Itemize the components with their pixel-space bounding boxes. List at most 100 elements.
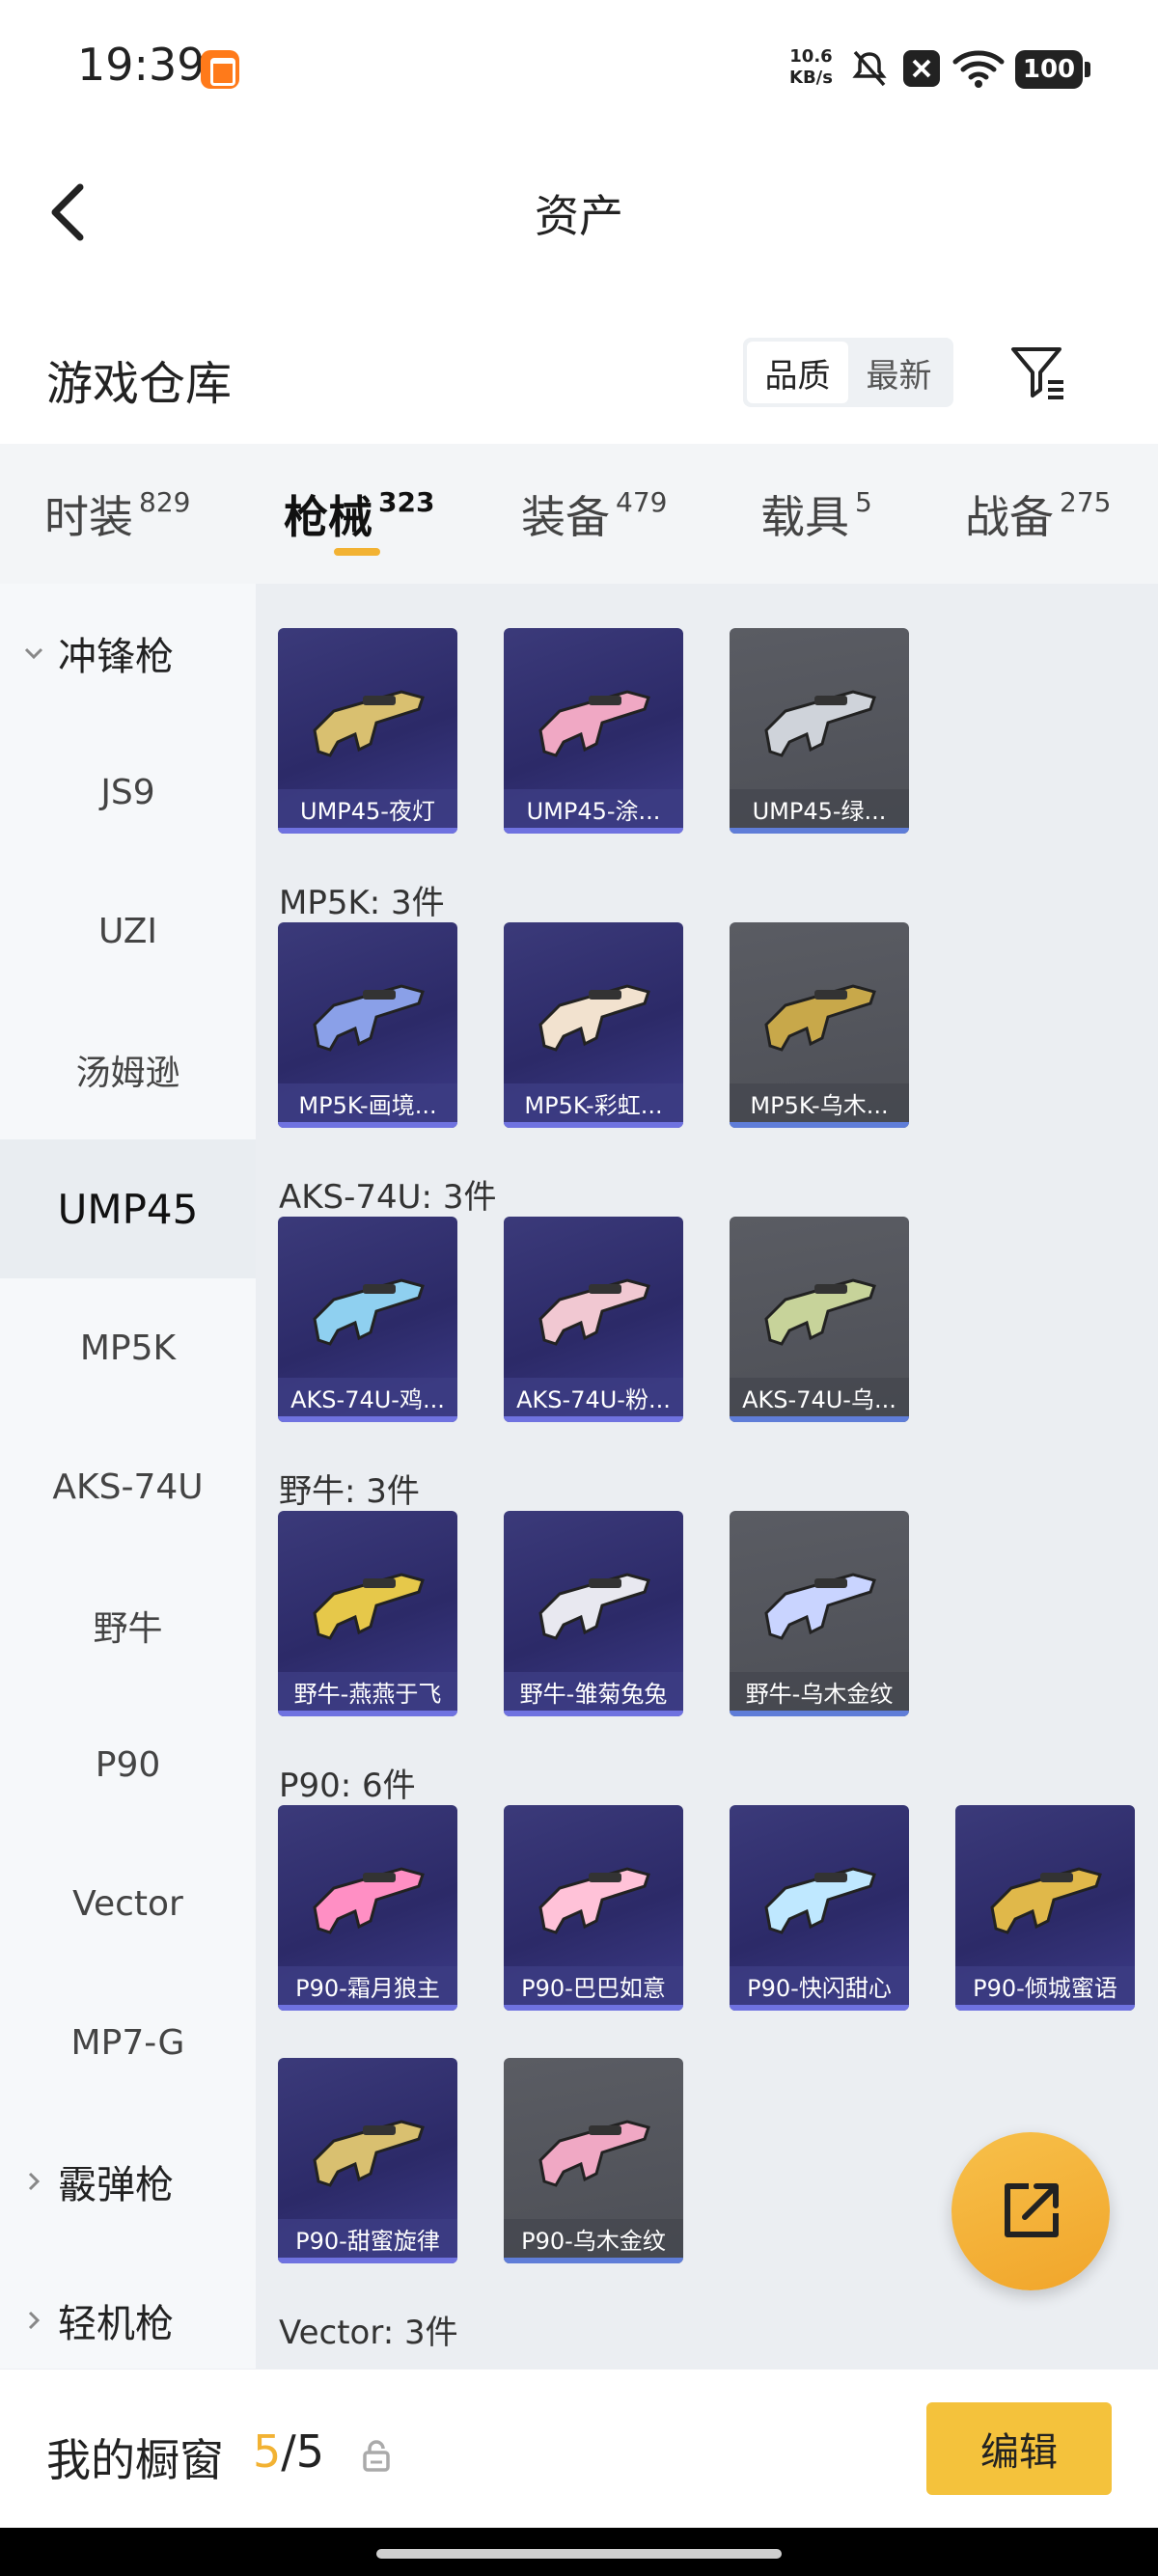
weapon-card-label: AKS-74U-粉... <box>504 1378 683 1416</box>
weapon-card-label: P90-巴巴如意 <box>504 1966 683 2005</box>
weapon-image <box>990 1867 1102 1934</box>
filter-button[interactable] <box>1004 338 1073 407</box>
weapon-image <box>538 1278 650 1346</box>
chevron-down-icon <box>19 639 48 668</box>
weapon-card[interactable]: UMP45-绿... <box>730 628 909 834</box>
sidebar-item-mp5k[interactable]: MP5K <box>0 1278 256 1417</box>
system-nav-bar <box>0 2528 1158 2576</box>
weapon-card[interactable]: MP5K-乌木... <box>730 922 909 1128</box>
weapon-sidebar: 冲锋枪 JS9 UZI 汤姆逊 UMP45 MP5K AKS-74U 野牛 P9… <box>0 584 256 2369</box>
battery-icon: 100 <box>1015 50 1090 89</box>
sort-quality-button[interactable]: 品质 <box>747 342 848 403</box>
page-title: 资产 <box>535 190 623 242</box>
weapon-image <box>313 2120 425 2187</box>
weapon-card-label: UMP45-涂... <box>504 789 683 828</box>
weapon-card[interactable]: MP5K-彩虹... <box>504 922 683 1128</box>
weapon-image <box>538 984 650 1052</box>
filter-icon <box>1011 347 1063 399</box>
sidebar-item-ump45[interactable]: UMP45 <box>0 1139 256 1278</box>
weapon-image <box>538 1867 650 1934</box>
sort-newest-button[interactable]: 最新 <box>848 342 950 403</box>
sidebar-item-p90[interactable]: P90 <box>0 1695 256 1834</box>
weapon-card[interactable]: 野牛-乌木金纹 <box>730 1511 909 1716</box>
section-title: P90: 6件 <box>279 1767 416 1805</box>
weapon-image <box>313 1278 425 1346</box>
tab-outfits[interactable]: 时装 829 <box>44 482 190 546</box>
showcase-count: 5/5 <box>253 2425 325 2478</box>
weapon-card[interactable]: AKS-74U-鸡... <box>278 1217 457 1422</box>
lock-icon <box>363 2440 390 2472</box>
tab-firearms[interactable]: 枪械 323 <box>284 482 434 546</box>
status-bar: 19:39 10.6 KB/s 100 <box>0 0 1158 135</box>
weapon-card[interactable]: AKS-74U-乌... <box>730 1217 909 1422</box>
warehouse-bar: 游戏仓库 品质 最新 <box>0 318 1158 434</box>
weapon-card[interactable]: P90-快闪甜心 <box>730 1805 909 2011</box>
sidebar-item-aks74u[interactable]: AKS-74U <box>0 1417 256 1556</box>
weapon-card-label: P90-乌木金纹 <box>504 2219 683 2258</box>
weapon-card[interactable]: P90-乌木金纹 <box>504 2058 683 2263</box>
weapon-image <box>313 984 425 1052</box>
header: 资产 <box>0 145 1158 280</box>
tab-supplies[interactable]: 战备 275 <box>965 482 1111 546</box>
sidebar-group-lmg[interactable]: 轻机枪 <box>0 2251 256 2369</box>
weapon-card-label: P90-甜蜜旋律 <box>278 2219 457 2258</box>
tab-vehicles[interactable]: 载具 5 <box>760 482 872 546</box>
showcase-label: 我的橱窗 <box>46 2434 224 2486</box>
weapon-image <box>764 1278 876 1346</box>
weapon-image <box>764 690 876 757</box>
active-tab-indicator <box>334 548 380 556</box>
sidebar-item-js9[interactable]: JS9 <box>0 723 256 862</box>
weapon-image <box>538 2120 650 2187</box>
edit-button[interactable]: 编辑 <box>926 2402 1112 2495</box>
tab-equipment[interactable]: 装备 479 <box>521 482 667 546</box>
weapon-card-label: 野牛-燕燕于飞 <box>278 1672 457 1711</box>
sidebar-group-smg[interactable]: 冲锋枪 <box>0 584 256 723</box>
weapon-card[interactable]: 野牛-雏菊兔兔 <box>504 1511 683 1716</box>
weapon-image <box>313 1867 425 1934</box>
sidebar-item-thompson[interactable]: 汤姆逊 <box>0 1000 256 1139</box>
category-tabs: 时装 829 枪械 323 装备 479 载具 5 战备 275 <box>0 444 1158 584</box>
home-indicator[interactable] <box>376 2549 782 2559</box>
weapon-card[interactable]: AKS-74U-粉... <box>504 1217 683 1422</box>
mute-icon <box>852 50 887 87</box>
share-external-icon <box>1005 2183 1059 2237</box>
weapon-card[interactable]: UMP45-夜灯 <box>278 628 457 834</box>
sidebar-item-bizon[interactable]: 野牛 <box>0 1556 256 1695</box>
section-title: AKS-74U: 3件 <box>279 1178 497 1217</box>
weapon-card-label: 野牛-雏菊兔兔 <box>504 1672 683 1711</box>
weapon-card[interactable]: P90-巴巴如意 <box>504 1805 683 2011</box>
weapon-image <box>764 1867 876 1934</box>
section-title: Vector: 3件 <box>279 2314 458 2352</box>
weapon-card[interactable]: UMP45-涂... <box>504 628 683 834</box>
sort-toggle: 品质 最新 <box>743 338 953 407</box>
weapon-card[interactable]: MP5K-画境... <box>278 922 457 1128</box>
share-fab-button[interactable] <box>951 2132 1110 2290</box>
section-title: MP5K: 3件 <box>279 884 445 922</box>
weapon-card[interactable]: P90-甜蜜旋律 <box>278 2058 457 2263</box>
weapon-card-label: 野牛-乌木金纹 <box>730 1672 909 1711</box>
network-speed: 10.6 KB/s <box>789 46 833 88</box>
chevron-right-icon <box>19 2167 48 2196</box>
weapon-card[interactable]: 野牛-燕燕于飞 <box>278 1511 457 1716</box>
weapon-card-label: P90-倾城蜜语 <box>955 1966 1135 2005</box>
section-title: 野牛: 3件 <box>279 1472 420 1511</box>
weapon-card-label: MP5K-乌木... <box>730 1083 909 1122</box>
item-grid: UMP45-夜灯 UMP45-涂... UMP45-绿... MP5K: 3件 MP5K… <box>256 584 1158 2369</box>
weapon-card-label: P90-霜月狼主 <box>278 1966 457 2005</box>
weapon-card[interactable]: P90-倾城蜜语 <box>955 1805 1135 2011</box>
weapon-card-label: UMP45-绿... <box>730 789 909 828</box>
weapon-image <box>538 690 650 757</box>
weapon-card-label: AKS-74U-乌... <box>730 1378 909 1416</box>
close-box-icon <box>903 50 940 87</box>
weapon-image <box>764 1573 876 1640</box>
weapon-card[interactable]: P90-霜月狼主 <box>278 1805 457 2011</box>
weapon-card-label: MP5K-画境... <box>278 1083 457 1122</box>
sidebar-item-uzi[interactable]: UZI <box>0 862 256 1000</box>
sidebar-item-vector[interactable]: Vector <box>0 1834 256 1973</box>
wifi-icon <box>952 50 1005 88</box>
warehouse-title: 游戏仓库 <box>46 357 233 411</box>
weapon-image <box>313 690 425 757</box>
sidebar-group-shotgun[interactable]: 霰弹枪 <box>0 2112 256 2251</box>
sidebar-item-mp7g[interactable]: MP7-G <box>0 1973 256 2112</box>
weapon-card-label: MP5K-彩虹... <box>504 1083 683 1122</box>
